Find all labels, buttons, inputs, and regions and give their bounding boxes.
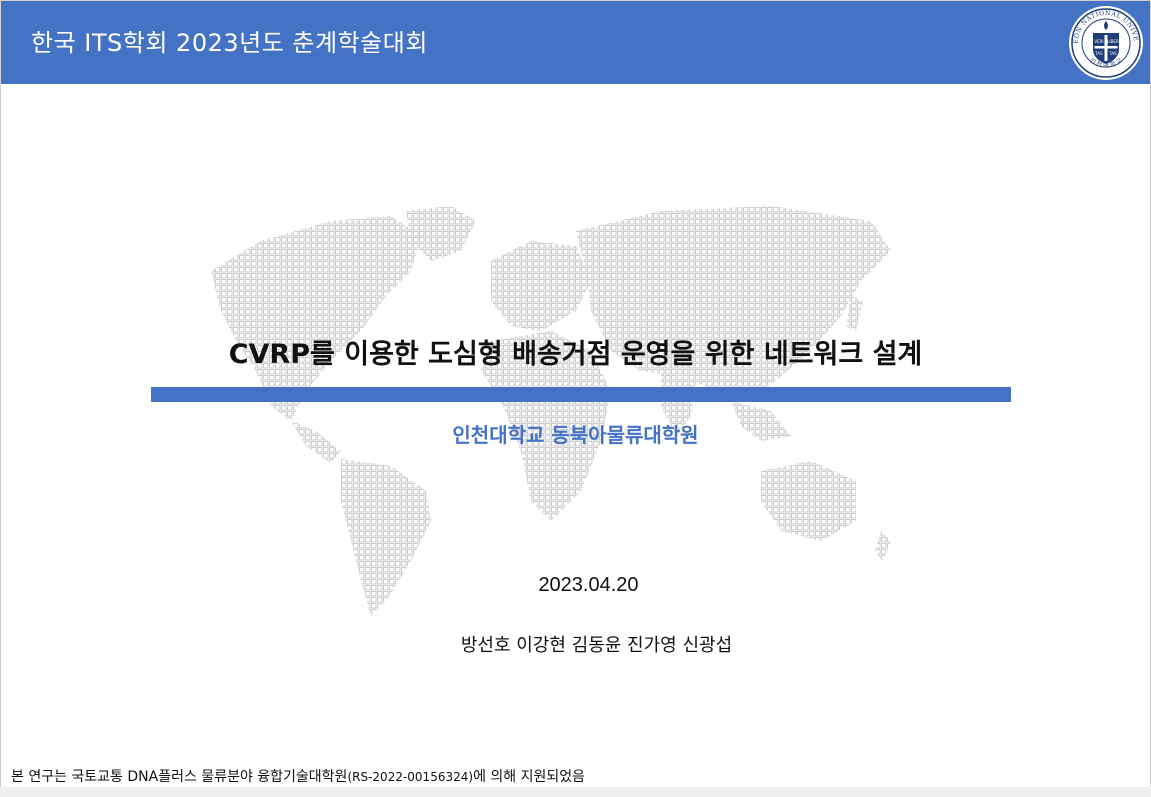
title-divider — [151, 387, 1011, 402]
authors: 방선호 이강현 김동윤 진가영 신광섭 — [460, 635, 733, 656]
university-logo: INCHEON NATIONAL UNIVERSITY 인 천 대 학 교 VE… — [1068, 5, 1143, 80]
presentation-date: 2023.04.20 — [538, 574, 639, 596]
logo-shield-text: LIBER — [1107, 39, 1119, 44]
funding-text: 본 연구는 국토교통 DNA플러스 물류분야 융합기술대학원 — [11, 769, 348, 785]
affiliation: 인천대학교 동북아물류대학원 — [452, 423, 699, 447]
logo-shield-text: TAS — [1094, 51, 1103, 56]
conference-title: 한국 ITS학회 2023년도 춘계학술대회 — [31, 29, 428, 57]
funding-text-suffix: 에 의해 지원되었음 — [473, 769, 586, 785]
logo-shield-text: VERI — [1094, 39, 1103, 44]
slide: 한국 ITS학회 2023년도 춘계학술대회 INCHEON NATIONAL … — [0, 0, 1151, 797]
grant-code: (RS-2022-00156324) — [347, 770, 474, 784]
logo-shield-text: TAS — [1108, 51, 1117, 56]
bottom-strip — [0, 787, 1151, 797]
funding-acknowledgement: 본 연구는 국토교통 DNA플러스 물류분야 융합기술대학원(RS-2022-0… — [11, 766, 585, 786]
header-bar: 한국 ITS학회 2023년도 춘계학술대회 INCHEON NATIONAL … — [1, 1, 1150, 84]
presentation-title: CVRP를 이용한 도심형 배송거점 운영을 위한 네트워크 설계 — [228, 339, 923, 370]
world-map-background — [211, 206, 891, 616]
